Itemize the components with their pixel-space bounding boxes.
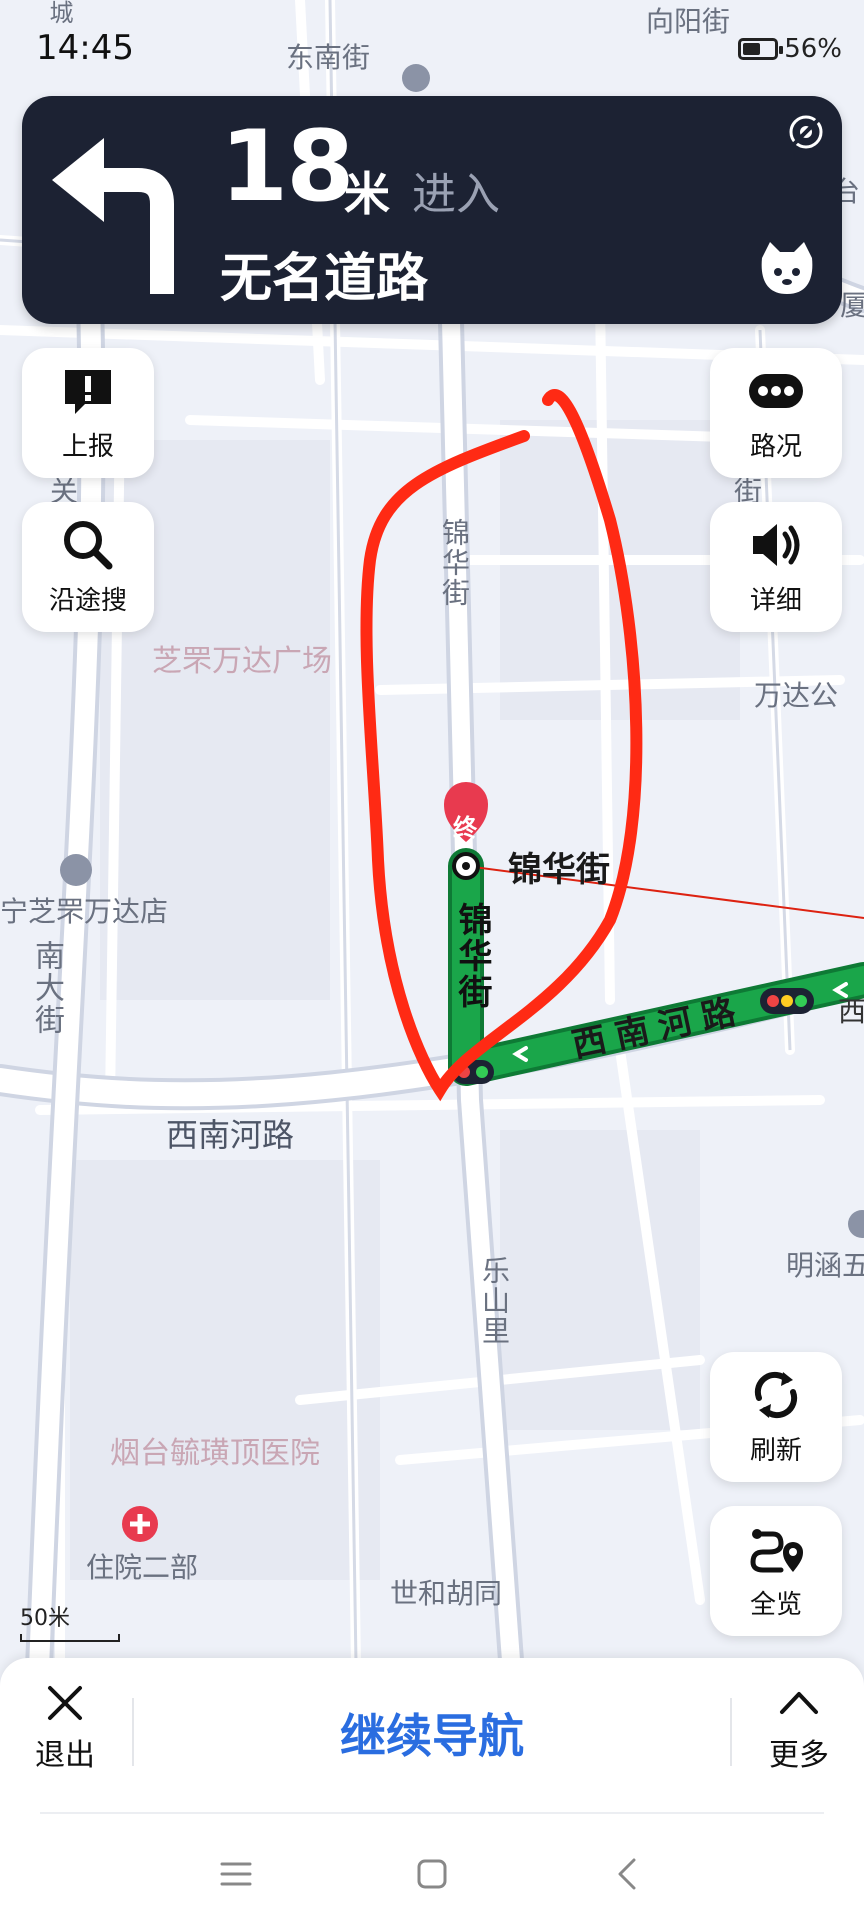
back-icon[interactable] xyxy=(608,1854,648,1894)
gps-signal-icon xyxy=(789,115,823,149)
map-label-xinan-he-lu: 西南河路 xyxy=(166,1116,295,1154)
navigation-card[interactable]: 18 米 进入 无名道路 xyxy=(22,96,842,324)
continue-navigation-button[interactable]: 继续导航 xyxy=(200,1700,664,1766)
map-scale: 50米 xyxy=(20,1600,120,1642)
divider xyxy=(132,1698,134,1766)
traffic-button[interactable]: 路况 xyxy=(710,348,842,478)
map-label-route-jinhua: 锦华街 xyxy=(452,902,492,1010)
map-label-dongnan-jie: 东南街 xyxy=(286,41,371,74)
voice-assistant-icon[interactable] xyxy=(756,238,818,300)
report-button[interactable]: 上报 xyxy=(22,348,154,478)
refresh-label: 刷新 xyxy=(749,1435,802,1466)
maneuver-distance: 18 xyxy=(220,110,354,224)
bottom-control-panel: 退出 继续导航 更多 xyxy=(0,1658,864,1920)
map-label-shihe-hutong: 世和胡同 xyxy=(390,1577,503,1610)
next-road-name: 无名道路 xyxy=(220,249,429,309)
map-label-wanda-plaza: 芝罘万达广场 xyxy=(152,644,332,679)
close-icon xyxy=(48,1686,82,1720)
report-label: 上报 xyxy=(61,431,114,462)
search-icon xyxy=(64,520,113,569)
home-icon[interactable] xyxy=(412,1854,452,1894)
map-label-hospital: 烟台毓璜顶医院 xyxy=(110,1436,320,1471)
refresh-button[interactable]: 刷新 xyxy=(710,1352,842,1482)
maneuver-action: 进入 xyxy=(412,169,500,220)
report-icon xyxy=(65,369,111,414)
battery-icon xyxy=(738,38,784,60)
speaker-icon xyxy=(753,523,800,566)
exit-label: 退出 xyxy=(35,1738,95,1773)
overview-button[interactable]: 全览 xyxy=(710,1506,842,1636)
map-label-leshan-li: 乐山里 xyxy=(478,1256,511,1346)
more-button[interactable]: 更多 xyxy=(744,1682,854,1774)
map-label-hospital-dept: 住院二部 xyxy=(86,1551,199,1584)
map-label-edge-xia: 厦 xyxy=(840,289,864,322)
status-time: 14:45 xyxy=(36,28,134,68)
map-scale-bar xyxy=(20,1634,120,1642)
turn-left-icon xyxy=(52,138,174,294)
battery-indicator: 56% xyxy=(738,34,842,64)
map-label-mingyuan: 明涵五 xyxy=(786,1249,864,1282)
overview-icon xyxy=(750,1528,803,1572)
chevron-up-icon xyxy=(780,1692,818,1714)
overview-label: 全览 xyxy=(749,1589,802,1620)
refresh-icon xyxy=(754,1371,798,1418)
map-label-wanda-store: 宁芝罘万达店 xyxy=(0,895,169,928)
battery-percent: 56% xyxy=(784,34,842,64)
map-label-nan-da-jie: 南大街 xyxy=(29,940,64,1036)
map-label-destination-road: 锦华街 xyxy=(508,850,610,890)
detail-label: 详细 xyxy=(749,585,802,616)
destination-marker[interactable]: 终 xyxy=(453,808,477,843)
traffic-label: 路况 xyxy=(749,431,802,462)
map-scale-label: 50米 xyxy=(20,1606,70,1631)
more-label: 更多 xyxy=(769,1738,829,1773)
map-label-edge-cheng: 城 xyxy=(45,0,73,26)
map-label-jinhua-jie: 锦华街 xyxy=(438,518,471,608)
map-label-edge-xi: 西 xyxy=(838,995,864,1028)
divider xyxy=(730,1698,732,1766)
exit-button[interactable]: 退出 xyxy=(10,1682,120,1774)
menu-icon[interactable] xyxy=(216,1854,256,1894)
detail-voice-button[interactable]: 详细 xyxy=(710,502,842,632)
along-route-search-label: 沿途搜 xyxy=(48,585,127,616)
map-label-xiangyang-jie: 向阳街 xyxy=(646,5,731,38)
traffic-icon xyxy=(749,373,803,408)
divider xyxy=(40,1812,824,1814)
along-route-search-button[interactable]: 沿途搜 xyxy=(22,502,154,632)
distance-unit: 米 xyxy=(344,167,390,221)
map-label-wanda-apartment: 万达公 xyxy=(754,679,839,712)
